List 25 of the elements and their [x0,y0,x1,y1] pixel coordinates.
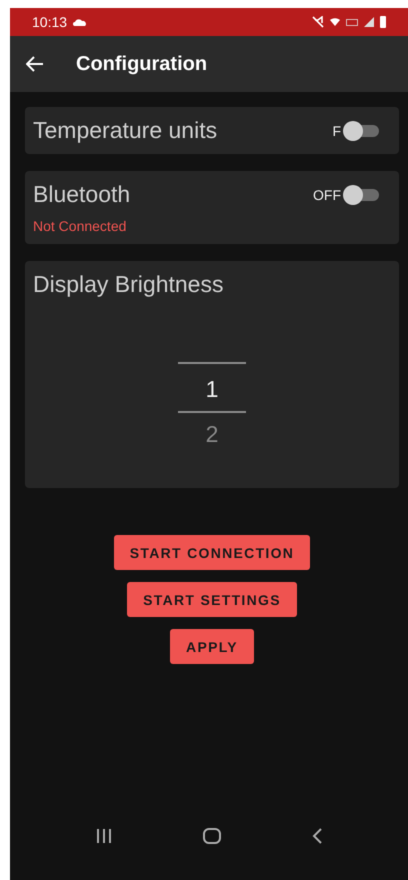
toggle-switch[interactable] [343,184,379,204]
mute-icon [312,16,324,28]
action-button[interactable]: APPLY [170,629,254,664]
home-icon[interactable] [202,828,221,844]
switch-label: OFF [313,186,341,202]
network-icon [346,18,358,26]
brightness-label: Display Brightness [33,271,224,297]
back-icon[interactable] [312,828,322,844]
setting-label: Temperature units [33,117,218,144]
cloud-icon [73,18,88,26]
action-button[interactable]: START SETTINGS [127,582,297,617]
signal-icon [364,17,374,27]
setting-label: Bluetooth [33,181,130,208]
picker-value[interactable]: 1 [206,364,218,411]
status-time: 10:13 [32,14,68,30]
connection-status: Not Connected [33,218,128,234]
recent-apps-icon[interactable] [96,829,112,843]
toggle-switch[interactable] [343,120,379,140]
screen-title: Configuration [76,52,208,76]
battery-icon [380,16,386,28]
back-arrow-icon[interactable] [26,56,44,72]
picker-value[interactable]: 2 [206,413,218,448]
action-button[interactable]: START CONNECTION [114,535,310,570]
switch-label: F [332,122,341,138]
wifi-icon [330,18,340,26]
